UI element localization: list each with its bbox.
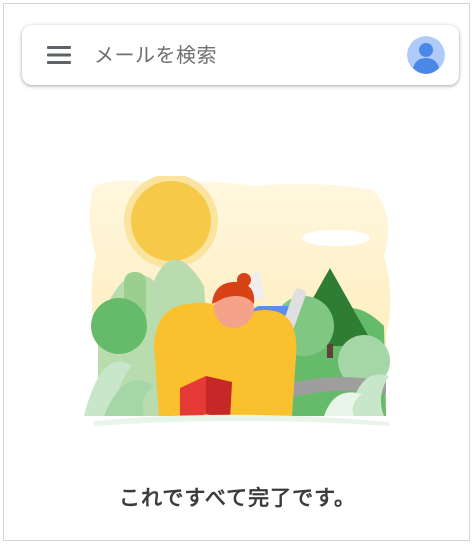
empty-inbox-illustration xyxy=(84,176,399,454)
search-input[interactable]: メールを検索 xyxy=(94,41,217,69)
empty-state-message: これですべて完了です。 xyxy=(119,486,356,510)
cloud-icon xyxy=(302,230,370,246)
inbox-view: メールを検索 これですべて完了です。 xyxy=(3,3,470,541)
search-bar[interactable]: メールを検索 xyxy=(22,25,459,85)
hamburger-menu-icon[interactable] xyxy=(47,45,73,65)
account-avatar-icon[interactable] xyxy=(407,36,445,74)
sun-icon xyxy=(124,176,218,268)
